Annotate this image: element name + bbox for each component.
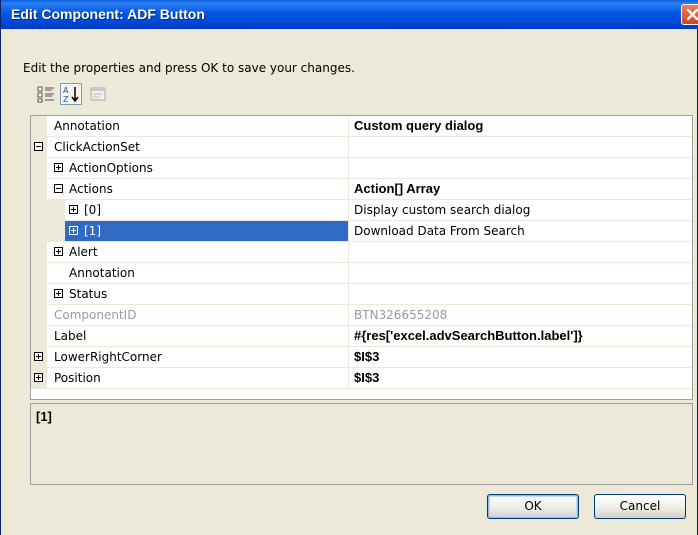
- expand-icon[interactable]: [54, 289, 63, 298]
- property-name: Annotation: [69, 266, 135, 280]
- alphabetical-button[interactable]: A Z: [60, 83, 82, 105]
- title-bar[interactable]: Edit Component: ADF Button: [1, 0, 698, 29]
- expand-icon[interactable]: [69, 205, 78, 214]
- property-pages-button[interactable]: [87, 83, 109, 105]
- property-value: $I$3: [354, 349, 380, 364]
- property-row[interactable]: LowerRightCorner $I$3: [31, 347, 692, 368]
- expand-icon[interactable]: [34, 352, 43, 361]
- property-row-selected[interactable]: [1] Download Data From Search: [31, 221, 692, 242]
- property-value: BTN326655208: [354, 308, 448, 322]
- property-pages-icon: [90, 87, 106, 101]
- property-name: ActionOptions: [69, 161, 153, 175]
- close-button[interactable]: [681, 4, 698, 25]
- property-row[interactable]: Position $I$3: [31, 368, 692, 389]
- property-row[interactable]: Annotation: [31, 263, 692, 284]
- cancel-button[interactable]: Cancel: [594, 494, 686, 519]
- property-row[interactable]: [0] Display custom search dialog: [31, 200, 692, 221]
- property-row[interactable]: ComponentID BTN326655208: [31, 305, 692, 326]
- property-value: Download Data From Search: [354, 224, 525, 238]
- description-panel: [1]: [30, 403, 693, 485]
- collapse-icon[interactable]: [54, 184, 63, 193]
- property-row[interactable]: Label #{res['excel.advSearchButton.label…: [31, 326, 692, 347]
- property-value: $I$3: [354, 370, 380, 385]
- expand-icon[interactable]: [54, 163, 63, 172]
- property-name: [1]: [84, 224, 101, 238]
- property-name: Actions: [69, 182, 113, 196]
- property-name: LowerRightCorner: [54, 350, 162, 364]
- alphabetical-sort-icon: A Z: [63, 86, 79, 104]
- description-title: [1]: [36, 409, 52, 424]
- expand-icon[interactable]: [54, 247, 63, 256]
- ok-button[interactable]: OK: [487, 494, 579, 519]
- svg-text:A: A: [63, 86, 69, 95]
- property-row[interactable]: Alert: [31, 242, 692, 263]
- property-name: Position: [54, 371, 101, 385]
- expand-icon[interactable]: [34, 373, 43, 382]
- property-row[interactable]: Annotation Custom query dialog: [31, 116, 692, 137]
- svg-text:Z: Z: [63, 95, 69, 104]
- expand-icon[interactable]: [69, 226, 78, 235]
- property-row[interactable]: Actions Action[] Array: [31, 179, 692, 200]
- categorized-button[interactable]: [35, 83, 57, 105]
- property-row[interactable]: ActionOptions: [31, 158, 692, 179]
- property-name: [0]: [84, 203, 101, 217]
- property-name: ClickActionSet: [54, 140, 140, 154]
- close-icon: [686, 8, 698, 21]
- property-value: #{res['excel.advSearchButton.label']}: [354, 328, 583, 343]
- categorized-icon: [37, 86, 54, 103]
- collapse-icon[interactable]: [34, 142, 43, 151]
- property-value: Display custom search dialog: [354, 203, 531, 217]
- property-row[interactable]: Status: [31, 284, 692, 305]
- property-name: Status: [69, 287, 108, 301]
- property-value: Action[] Array: [354, 181, 441, 196]
- property-name: Annotation: [54, 119, 120, 133]
- edit-component-dialog: Edit Component: ADF Button Edit the prop…: [0, 0, 698, 535]
- instructions-text: Edit the properties and press OK to save…: [23, 61, 355, 75]
- property-grid: Annotation Custom query dialog ClickActi…: [30, 115, 693, 400]
- property-value: Custom query dialog: [354, 118, 484, 133]
- property-row[interactable]: ClickActionSet: [31, 137, 692, 158]
- dialog-title: Edit Component: ADF Button: [11, 6, 205, 22]
- property-name: Alert: [69, 245, 98, 259]
- property-name: ComponentID: [54, 308, 137, 322]
- property-name: Label: [54, 329, 87, 343]
